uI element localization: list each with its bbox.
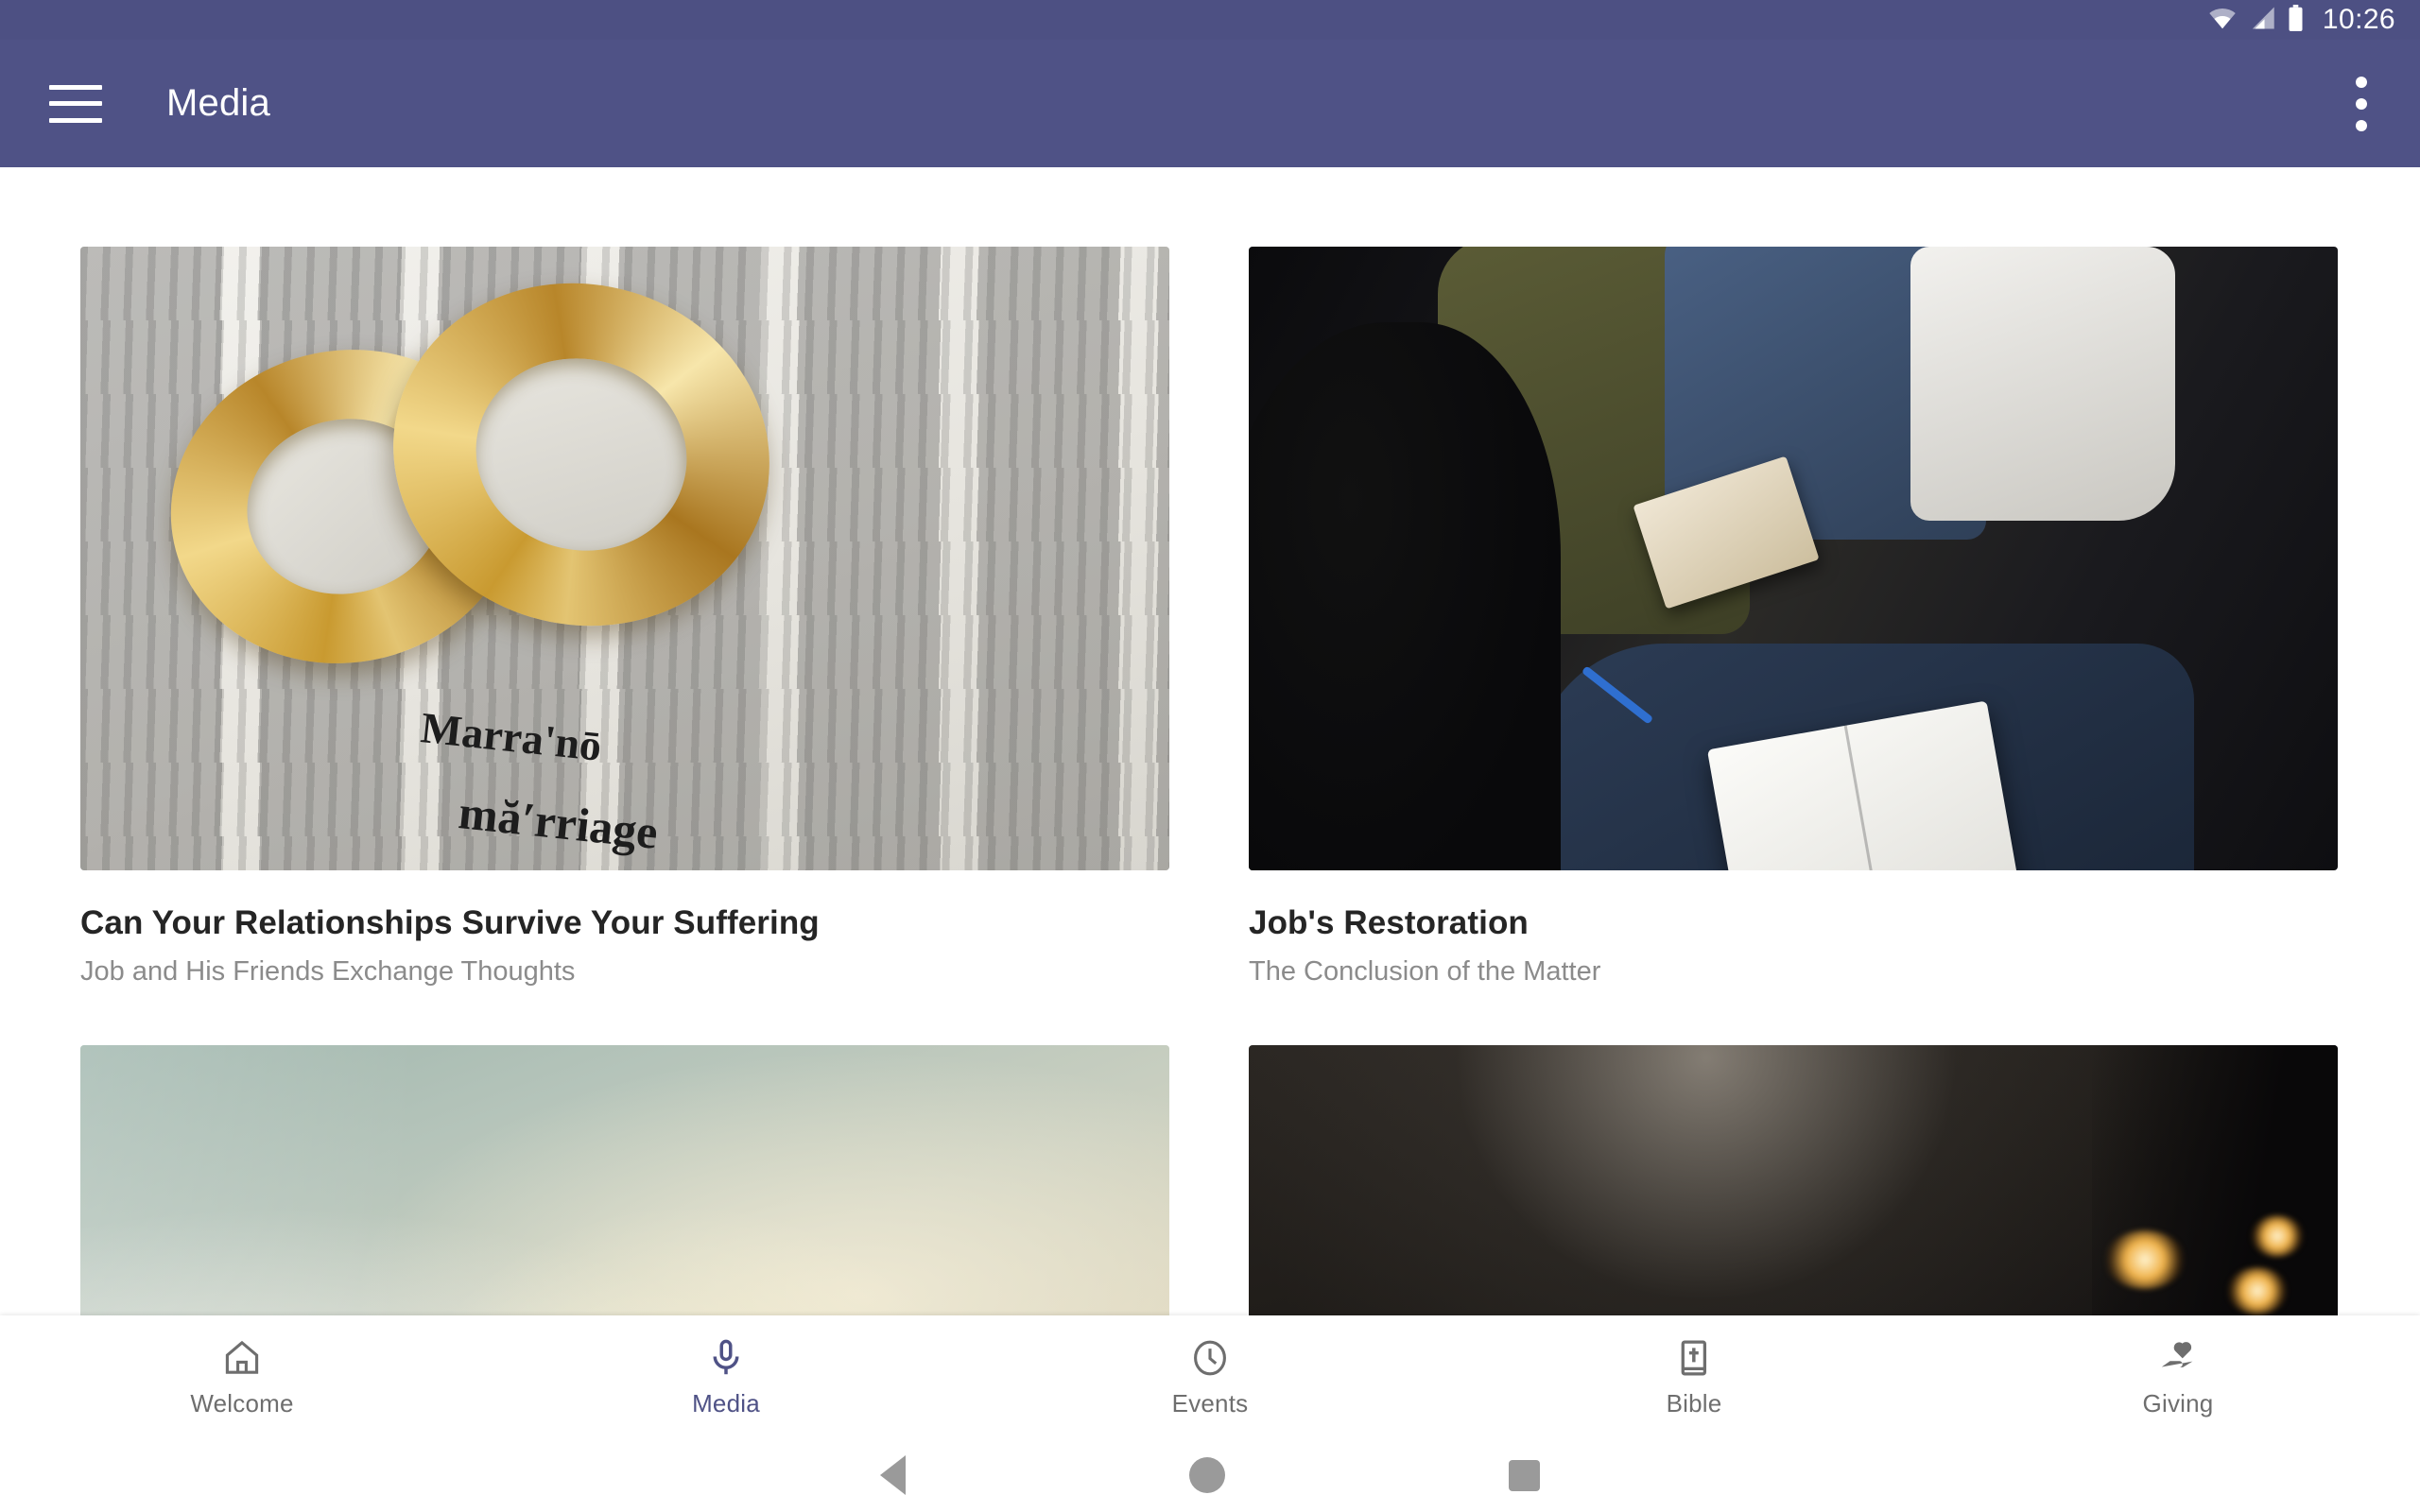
nav-label-welcome: Welcome [190,1388,294,1418]
home-circle-icon[interactable] [1189,1457,1225,1493]
media-card-subtitle: Job and His Friends Exchange Thoughts [80,956,576,988]
media-list-scroll-area[interactable]: Marra'nō mă′rriage Can Your Relationship… [0,167,2420,1315]
media-grid: Marra'nō mă′rriage Can Your Relationship… [0,167,2420,1315]
sun-ray-shape [80,1045,823,1315]
media-card-subtitle: The Conclusion of the Matter [1249,956,1601,988]
status-bar-time: 10:26 [2322,4,2395,35]
wifi-icon [2208,6,2237,35]
white-shirt-shape [1910,247,2175,521]
nav-label-events: Events [1171,1388,1249,1418]
wedding-rings-dictionary-image: Marra'nō mă′rriage [80,247,1169,870]
more-vertical-icon[interactable] [2356,76,2367,131]
nav-item-giving[interactable]: Giving [1936,1315,2420,1438]
media-card[interactable]: Job's Restoration The Conclusion of the … [1249,247,2338,988]
media-card-title: Job's Restoration [1249,904,1529,941]
cell-signal-icon [2249,6,2275,35]
microphone-icon [704,1336,748,1380]
warm-light-3 [2251,1215,2304,1258]
warm-light-1 [2104,1230,2186,1290]
nav-label-giving: Giving [2142,1388,2214,1418]
media-card[interactable]: Marra'nō mă′rriage Can Your Relationship… [80,247,1169,988]
status-bar: 10:26 [0,0,2420,40]
nav-label-bible: Bible [1666,1388,1722,1418]
page-title: Media [166,82,270,124]
nav-item-media[interactable]: Media [484,1315,968,1438]
warm-light-2 [2227,1267,2288,1315]
battery-icon [2288,4,2304,36]
nav-item-bible[interactable]: Bible [1452,1315,1936,1438]
sunlit-clouds-image [80,1045,1169,1315]
media-thumbnail[interactable]: Marra'nō mă′rriage [80,247,1169,870]
media-thumbnail[interactable] [1249,247,2338,870]
hand-heart-icon [2156,1336,2200,1380]
media-card[interactable] [80,1045,1169,1315]
status-bar-icons [2208,4,2304,36]
back-triangle-icon[interactable] [880,1455,906,1495]
dark-night-lights-image [1249,1045,2338,1315]
hamburger-menu-icon[interactable] [49,84,102,123]
nav-label-media: Media [692,1388,760,1418]
congregation-taking-notes-image [1249,247,2338,870]
foreground-silhouette [1249,322,1561,870]
media-thumbnail[interactable] [1249,1045,2338,1315]
media-thumbnail[interactable] [80,1045,1169,1315]
bible-book-icon [1672,1336,1716,1380]
nav-item-welcome[interactable]: Welcome [0,1315,484,1438]
dictionary-word-2: mă′rriage [456,785,661,859]
media-card-title: Can Your Relationships Survive Your Suff… [80,904,820,941]
android-system-navigation [0,1438,2420,1512]
clock-icon [1188,1336,1232,1380]
bottom-navigation-bar: Welcome Media Events Bible Giving [0,1315,2420,1438]
recents-square-icon[interactable] [1509,1459,1540,1491]
app-bar: Media [0,40,2420,167]
home-icon [220,1336,264,1380]
dictionary-word-1: Marra'nō [418,703,604,770]
media-card[interactable] [1249,1045,2338,1315]
nav-item-events[interactable]: Events [968,1315,1452,1438]
